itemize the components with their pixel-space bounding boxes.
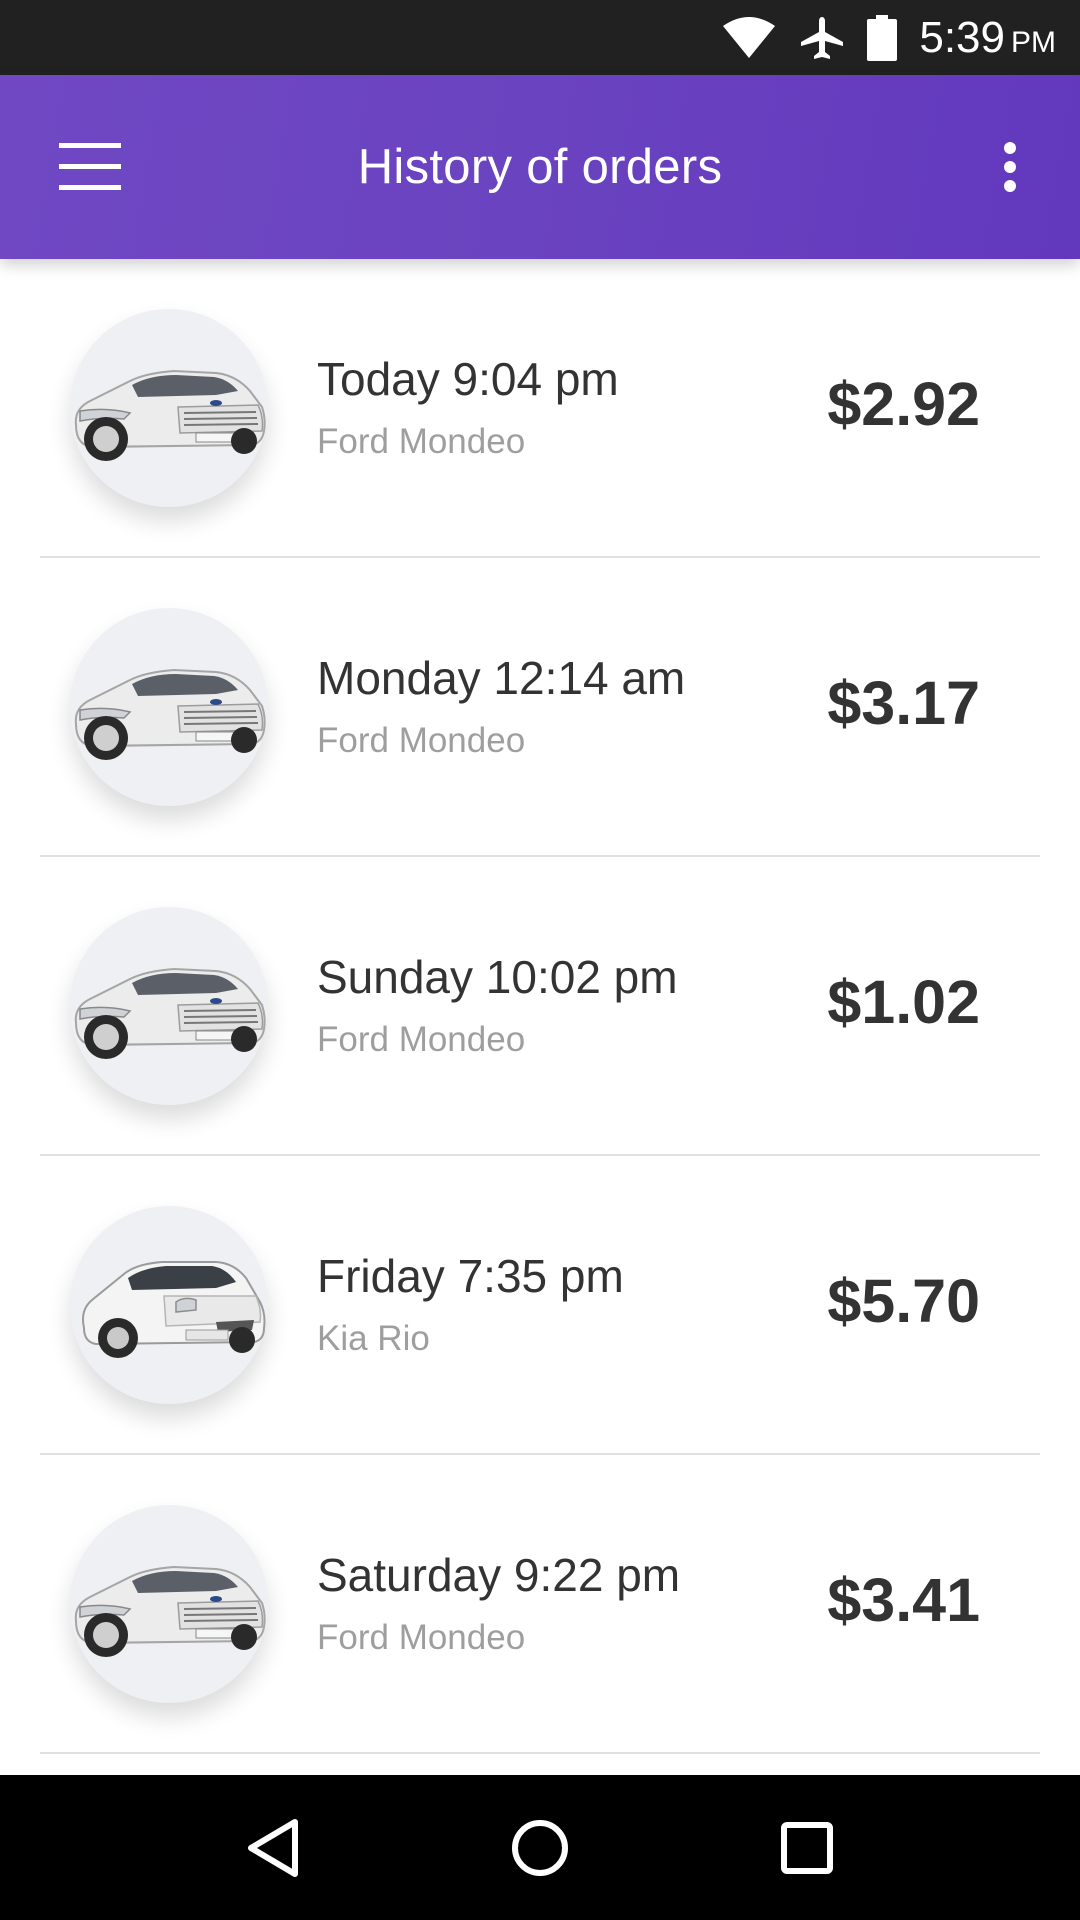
car-avatar (70, 608, 268, 806)
car-avatar (70, 309, 268, 507)
status-time: 5:39 (919, 12, 1005, 62)
order-row-4[interactable]: Friday 7:35 pm Kia Rio $5.70 (0, 1156, 1080, 1455)
order-row-3[interactable]: Sunday 10:02 pm Ford Mondeo $1.02 (0, 857, 1080, 1156)
navigation-bar (0, 1775, 1080, 1920)
order-car-model: Kia Rio (317, 1319, 430, 1358)
airplane-icon (799, 15, 845, 61)
order-price: $1.02 (827, 968, 980, 1036)
order-price: $2.92 (827, 370, 980, 438)
home-button[interactable] (485, 1793, 595, 1903)
order-time: Today 9:04 pm (317, 353, 619, 405)
screen: 5:39 PM History of orders Today 9:04 pm … (0, 0, 1080, 1920)
status-ampm: PM (1011, 25, 1056, 59)
car-avatar (70, 1505, 268, 1703)
menu-icon (59, 143, 121, 190)
back-icon (248, 1818, 299, 1877)
back-button[interactable] (218, 1793, 328, 1903)
recents-button[interactable] (752, 1793, 862, 1903)
order-car-model: Ford Mondeo (317, 1020, 526, 1059)
battery-icon (867, 14, 898, 61)
menu-button[interactable] (48, 125, 132, 209)
order-price: $3.41 (827, 1566, 980, 1634)
car-icon (82, 1261, 266, 1358)
order-row-5[interactable]: Saturday 9:22 pm Ford Mondeo $3.41 (0, 1455, 1080, 1754)
order-list[interactable]: Today 9:04 pm Ford Mondeo $2.92 Monday 1… (0, 259, 1080, 1775)
more-options-button[interactable] (980, 125, 1040, 209)
page-title: History of orders (357, 140, 723, 194)
order-time: Monday 12:14 am (317, 652, 686, 704)
order-row-2[interactable]: Monday 12:14 am Ford Mondeo $3.17 (0, 558, 1080, 857)
order-car-model: Ford Mondeo (317, 721, 526, 760)
car-avatar (70, 1206, 268, 1404)
order-row-1[interactable]: Today 9:04 pm Ford Mondeo $2.92 (0, 259, 1080, 558)
car-icon (74, 668, 266, 760)
car-avatar (70, 907, 268, 1105)
order-car-model: Ford Mondeo (317, 422, 526, 461)
order-time: Friday 7:35 pm (317, 1250, 624, 1302)
order-car-model: Ford Mondeo (317, 1618, 526, 1657)
recents-icon (780, 1821, 833, 1874)
status-clock: 5:39 PM (919, 12, 1056, 62)
order-price: $5.70 (827, 1267, 980, 1335)
home-icon (511, 1819, 568, 1876)
app-bar: History of orders (0, 75, 1080, 259)
row-divider (40, 1752, 1040, 1754)
order-price: $3.17 (827, 669, 980, 737)
order-time: Saturday 9:22 pm (317, 1549, 681, 1601)
status-bar: 5:39 PM (0, 0, 1080, 75)
car-icon (74, 967, 266, 1059)
more-vert-icon (1004, 142, 1016, 192)
car-icon (74, 1565, 266, 1657)
order-time: Sunday 10:02 pm (317, 951, 678, 1003)
wifi-icon (721, 16, 777, 60)
car-icon (74, 369, 266, 461)
